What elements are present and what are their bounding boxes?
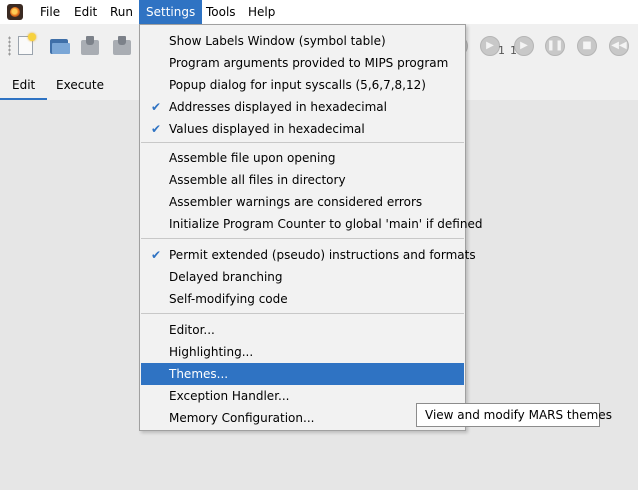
menu-item-init-pc-main[interactable]: Initialize Program Counter to global 'ma… — [141, 213, 482, 235]
menu-item-themes[interactable]: Themes... — [141, 363, 464, 385]
step-icon[interactable]: ▶ — [480, 36, 500, 56]
reset-icon[interactable]: ◀◀ — [609, 36, 629, 56]
settings-menu: Show Labels Window (symbol table) Progra… — [139, 24, 482, 431]
menu-item-assemble-on-open[interactable]: Assemble file upon opening — [141, 147, 464, 169]
menu-item-assemble-all-files[interactable]: Assemble all files in directory — [141, 169, 464, 191]
menu-run[interactable]: Run — [103, 0, 140, 24]
menu-item-permit-pseudo[interactable]: ✔ Permit extended (pseudo) instructions a… — [141, 244, 476, 266]
mars-app-icon[interactable] — [7, 4, 23, 20]
step-count-label-2: 1 — [510, 44, 517, 57]
pause-icon[interactable]: ❚❚ — [545, 36, 565, 56]
menu-bar: File Edit Run Settings Tools Help — [0, 0, 638, 24]
toolbar-grip-handle[interactable] — [8, 36, 11, 56]
menu-item-program-arguments[interactable]: Program arguments provided to MIPS progr… — [141, 52, 464, 74]
stop-icon[interactable]: ■ — [577, 36, 597, 56]
menu-item-editor[interactable]: Editor... — [141, 319, 464, 341]
menu-settings[interactable]: Settings — [139, 0, 203, 24]
menu-item-highlighting[interactable]: Highlighting... — [141, 341, 464, 363]
save-icon[interactable] — [80, 36, 100, 56]
menu-item-delayed-branching[interactable]: Delayed branching — [141, 266, 464, 288]
menu-separator — [141, 238, 464, 239]
open-folder-icon[interactable] — [50, 36, 70, 56]
menu-item-addresses-hex[interactable]: ✔ Addresses displayed in hexadecimal — [141, 96, 464, 118]
menu-item-warnings-as-errors[interactable]: Assembler warnings are considered errors — [141, 191, 464, 213]
step-count-label: 1 — [498, 44, 505, 57]
new-file-icon[interactable] — [18, 33, 36, 55]
menu-item-values-hex[interactable]: ✔ Values displayed in hexadecimal — [141, 118, 464, 140]
checkmark-icon: ✔ — [151, 100, 162, 114]
themes-tooltip: View and modify MARS themes — [416, 403, 612, 427]
checkmark-icon: ✔ — [151, 122, 162, 136]
menu-tools[interactable]: Tools — [199, 0, 243, 24]
tab-execute[interactable]: Execute — [44, 70, 116, 98]
tab-edit[interactable]: Edit — [0, 70, 48, 101]
menu-file[interactable]: File — [33, 0, 67, 24]
menu-item-self-modifying-code[interactable]: Self-modifying code — [141, 288, 464, 310]
menu-help[interactable]: Help — [241, 0, 282, 24]
menu-edit[interactable]: Edit — [67, 0, 104, 24]
menu-separator — [141, 313, 464, 314]
save-as-icon[interactable] — [112, 36, 132, 56]
menu-item-show-labels-window[interactable]: Show Labels Window (symbol table) — [141, 30, 464, 52]
menu-separator — [141, 142, 464, 143]
menu-item-popup-dialog-syscalls[interactable]: Popup dialog for input syscalls (5,6,7,8… — [141, 74, 464, 96]
step-forward-icon[interactable]: ▶ — [514, 36, 534, 56]
checkmark-icon: ✔ — [151, 248, 162, 262]
